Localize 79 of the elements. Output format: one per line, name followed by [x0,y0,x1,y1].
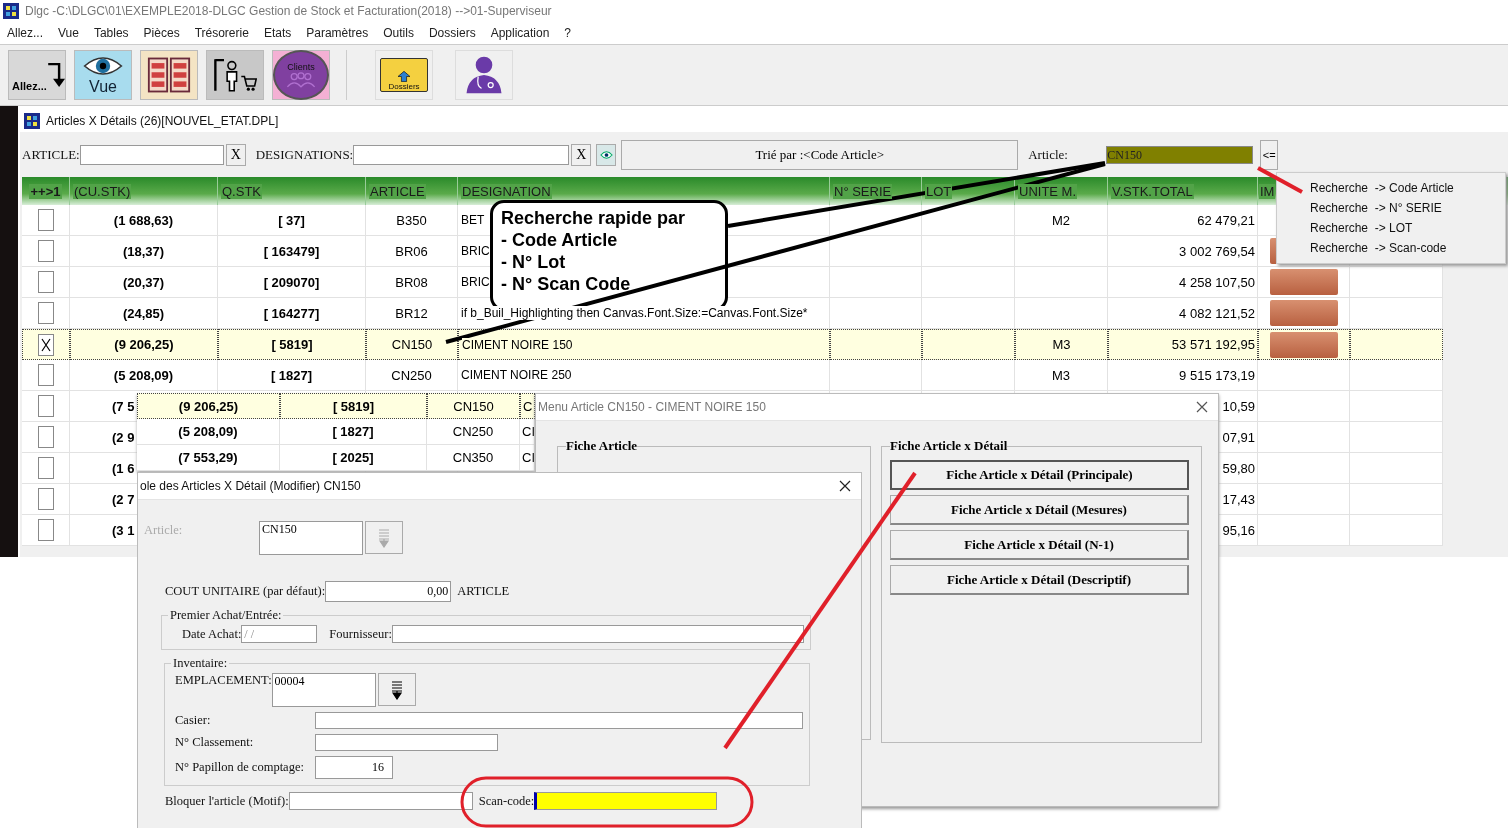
table-cell: CI [522,424,534,439]
table-cell: CIMENT NOIRE 150 [462,337,573,352]
table-cell: (7 5 [112,398,135,414]
group-label: Fiche Article x Détail [890,438,1008,454]
table-cell: (20,37) [122,274,165,290]
table-cell: M3 [1051,367,1071,383]
table-cell: [ 164277] [263,305,320,321]
table-cell: 59,80 [1222,460,1255,476]
table-cell: [ 209070] [263,274,320,290]
table-cell: (24,85) [122,305,165,321]
table-cell: [ 37] [278,212,305,228]
table-cell: BET [461,213,485,227]
callout-text: Recherche rapide par [501,207,687,229]
field-label: Article: [144,522,184,538]
field-label: EMPLACEMENT: [175,673,272,688]
field-label: ARTICLE [457,584,510,599]
table-cell: BR06 [395,243,428,259]
table-cell: 3 002 769,54 [1179,243,1255,259]
field-label: DESIGNATIONS: [255,147,354,163]
table-cell: CN250 [391,367,432,383]
table-cell: (1 6 [112,460,135,476]
field-label: Fournisseur: [329,626,392,642]
field-label: N° Classement: [175,735,255,750]
field-label: Date Achat: [181,626,242,642]
table-cell: 4 082 121,52 [1179,305,1255,321]
table-cell: 4 258 107,50 [1179,274,1255,290]
table-cell: if b_Buil_Highlighting then Canvas.Font.Size:=Canvas.Font.Size* [461,306,808,320]
field-label: Bloquer l'article (Motif): [165,793,289,809]
table-cell: 17,43 [1222,491,1255,507]
group-label: Inventaire: [172,656,229,671]
table-cell: [ 163479] [263,243,320,259]
table-cell: CI [522,450,534,465]
table-cell: 9 515 173,19 [1179,367,1255,383]
table-cell: (2 7 [112,491,135,507]
table-cell: M2 [1051,212,1071,228]
window-title: ole des Articles X Détail (Modifier) CN150 [140,479,361,493]
table-cell: [ 1827] [270,367,313,383]
table-cell: (9 206,25) [114,337,174,352]
table-cell: [ 5819] [332,398,375,414]
table-cell: 07,91 [1222,429,1255,445]
table-cell: C [523,398,533,414]
table-cell: BR08 [395,274,428,290]
callout-text: - N° Scan Code [501,273,632,295]
table-cell: (7 553,29) [178,450,238,465]
table-cell: BRIC [461,244,490,258]
table-cell: BRIC [461,275,490,289]
table-cell: (9 206,25) [178,398,239,414]
table-cell: B350 [396,212,427,228]
group-label: Premier Achat/Entrée: [169,608,283,623]
table-cell: CIMENT NOIRE 250 [461,368,572,382]
table-cell: CN150 [391,337,433,352]
table-cell: BR12 [395,305,428,321]
window-title: Dlgc -C:\DLGC\01\EXEMPLE2018-DLGC Gestion de Stock et Facturation(2018) -->01-Superviseur [25,4,552,18]
field-label: N° Papillon de comptage: [175,760,305,775]
table-cell: (18,37) [122,243,165,259]
table-cell: [ 5819] [271,337,313,352]
table-cell: CN250 [452,424,494,439]
table-cell: CN150 [453,398,494,414]
table-cell: CN350 [452,450,494,465]
field-label: ARTICLE: [22,147,80,163]
window-title: Articles X Détails (26)[NOUVEL_ETAT.DPL] [46,114,279,128]
table-cell: M3 [1052,337,1071,352]
table-cell: [ 1827] [332,424,374,439]
table-cell: 95,16 [1222,522,1255,538]
group-label: Fiche Article [566,438,638,454]
table-cell: 53 571 192,95 [1171,337,1255,352]
table-cell: 10,59 [1222,398,1255,414]
field-label: COUT UNITAIRE (par défaut): [165,584,326,599]
table-cell: [ 2025] [332,450,374,465]
field-label: Scan-code: [478,793,535,809]
table-cell: (2 9 [112,429,135,445]
table-cell: (5 208,09) [178,424,238,439]
table-cell: (3 1 [112,522,135,538]
table-cell: (1 688,63) [113,212,174,228]
table-cell: 62 479,21 [1197,212,1255,228]
table-cell: (5 208,09) [113,367,174,383]
field-label: Casier: [175,713,212,728]
window-title: Menu Article CN150 - CIMENT NOIRE 150 [538,400,766,414]
field-label: Article: [1028,147,1069,163]
